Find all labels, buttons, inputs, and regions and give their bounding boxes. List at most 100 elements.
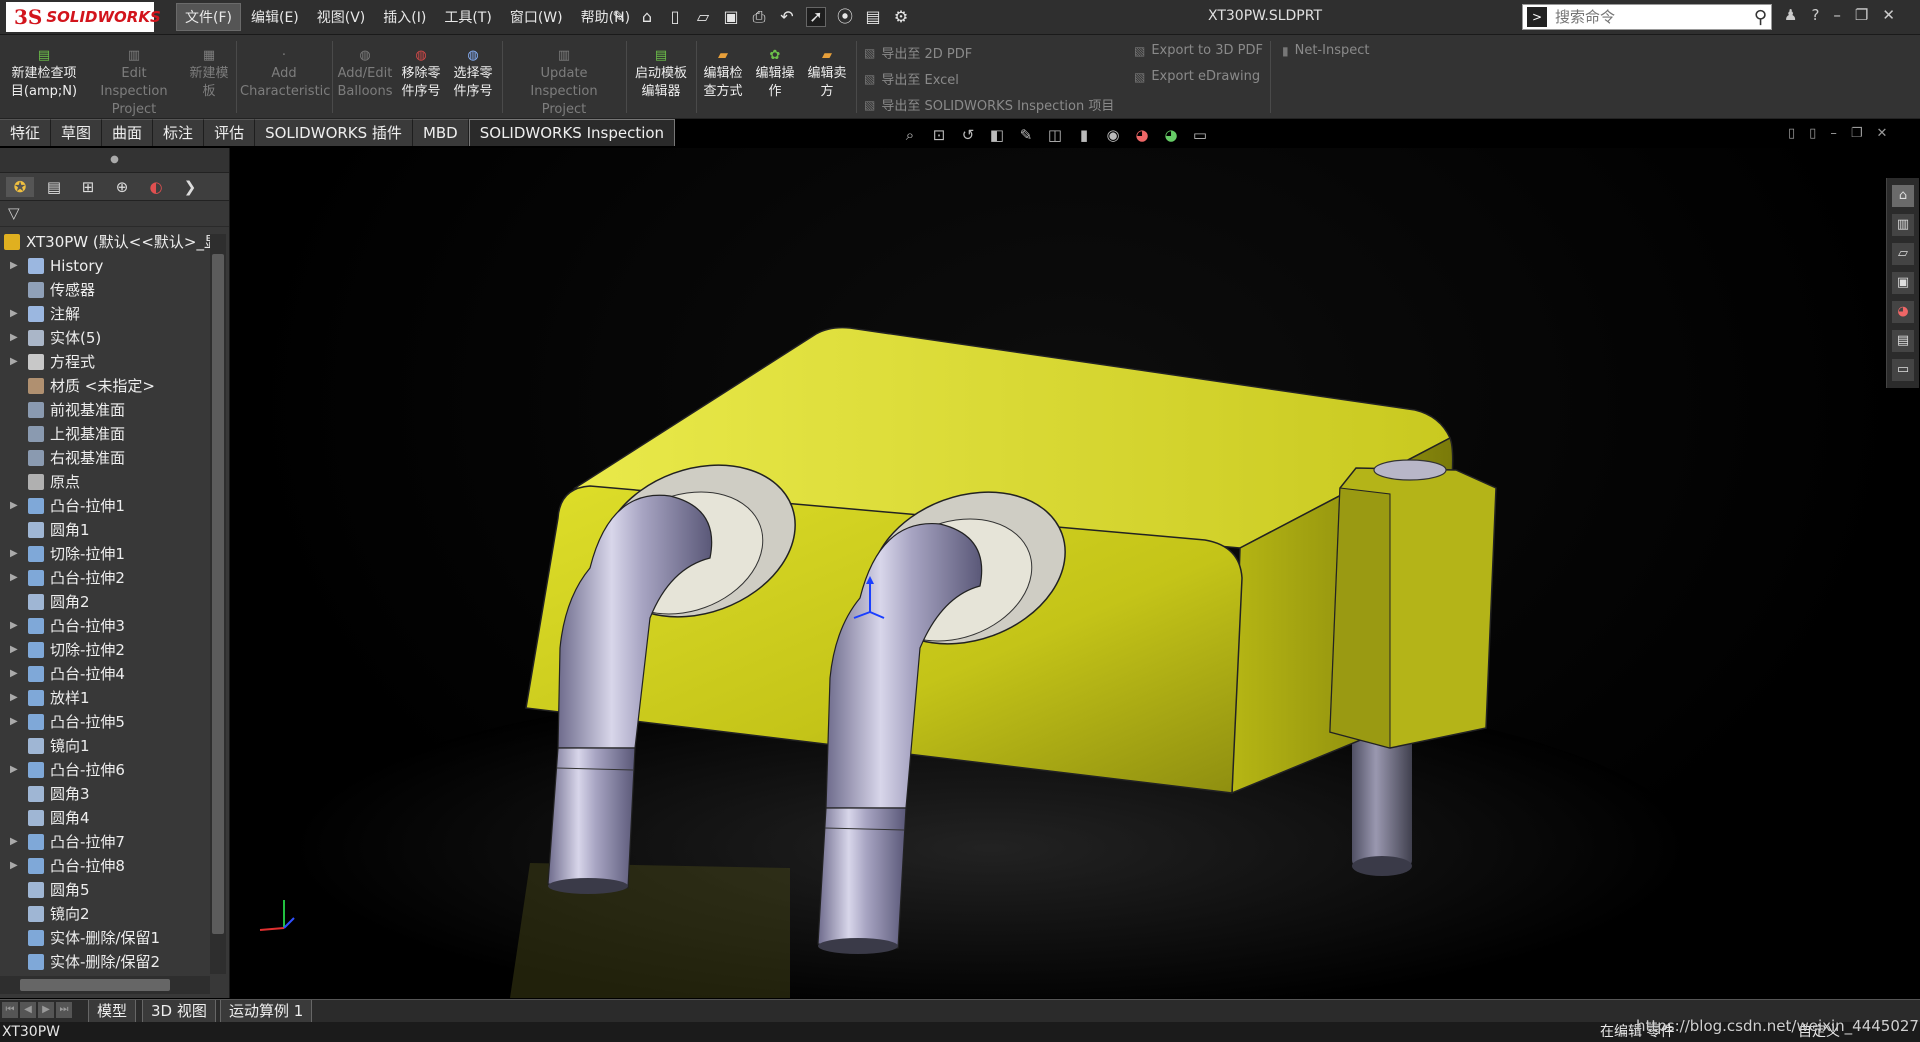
zoom-to-area-icon[interactable]: ⊡ [929, 126, 949, 144]
previous-view-icon[interactable]: ↺ [958, 126, 978, 144]
prev-tab-icon[interactable]: ◀ [20, 1002, 36, 1018]
menu-insert[interactable]: 插入(I) [375, 4, 434, 30]
tree-item[interactable]: 圆角2 [0, 590, 210, 614]
tree-item[interactable]: 原点 [0, 470, 210, 494]
pin-icon[interactable]: ✎ [610, 8, 628, 26]
tree-item[interactable]: 传感器 [0, 278, 210, 302]
options-gear-icon[interactable]: ⚙ [892, 8, 910, 26]
tab-sketch[interactable]: 草图 [51, 119, 103, 146]
print-icon[interactable]: ⎙ [750, 8, 768, 26]
scroll-thumb[interactable] [212, 254, 224, 934]
scroll-thumb[interactable] [20, 979, 170, 991]
update-inspection-project-button[interactable]: ▥ Update Inspection Project [506, 49, 622, 119]
export-inspection-project-button[interactable]: ▧ 导出至 SOLIDWORKS Inspection 项目 [864, 95, 1114, 115]
tree-item[interactable]: ▶ 凸台-拉伸3 [0, 614, 210, 638]
menu-tools[interactable]: 工具(T) [436, 4, 499, 30]
tab-mbd[interactable]: MBD [412, 119, 469, 146]
expand-arrow-icon[interactable]: ▶ [10, 254, 20, 278]
tree-horizontal-scrollbar[interactable] [0, 976, 210, 994]
tree-root[interactable]: XT30PW (默认<<默认>_显 [0, 230, 210, 254]
menu-edit[interactable]: 编辑(E) [243, 4, 307, 30]
last-tab-icon[interactable]: ⏭ [56, 1002, 72, 1018]
tree-item[interactable]: 实体-删除/保留1 [0, 926, 210, 950]
expand-arrow-icon[interactable]: ▶ [10, 638, 20, 662]
tree-item[interactable]: ▶ 凸台-拉伸7 [0, 830, 210, 854]
search-input[interactable] [1553, 7, 1754, 27]
expand-arrow-icon[interactable]: ▶ [10, 542, 20, 566]
view-settings-icon[interactable]: ▭ [1190, 126, 1210, 144]
graphics-area[interactable] [230, 148, 1920, 998]
solidworks-logo[interactable]: 3S SOLIDWORKS [6, 2, 161, 32]
export-excel-button[interactable]: ▧ 导出至 Excel [864, 69, 959, 89]
display-manager-tab-icon[interactable]: ◐ [142, 177, 170, 197]
tree-item[interactable]: ▶ History [0, 254, 210, 278]
configuration-manager-tab-icon[interactable]: ⊞ [74, 177, 102, 197]
tree-item[interactable]: ▶ 凸台-拉伸2 [0, 566, 210, 590]
tree-item[interactable]: ▶ 实体(5) [0, 326, 210, 350]
tree-item[interactable]: ▶ 切除-拉伸2 [0, 638, 210, 662]
select-balloon-button[interactable]: ◍ 选择零 件序号 [448, 49, 498, 101]
tree-item[interactable]: ▶ 凸台-拉伸6 [0, 758, 210, 782]
view-palette-icon[interactable]: ▣ [1892, 272, 1914, 294]
expand-arrow-icon[interactable]: ▶ [10, 662, 20, 686]
edit-vendor-button[interactable]: ▰ 编辑卖 方 [804, 49, 850, 101]
new-inspection-project-button[interactable]: ▤ 新建检查项 目(amp;N) [4, 49, 84, 101]
open-icon[interactable]: ▱ [694, 8, 712, 26]
tree-item[interactable]: 圆角4 [0, 806, 210, 830]
expand-arrow-icon[interactable]: ▶ [10, 686, 20, 710]
tree-item[interactable]: ▶ 凸台-拉伸5 [0, 710, 210, 734]
viewport-tile-icon[interactable]: ▯ [1809, 126, 1816, 141]
expand-arrow-icon[interactable]: ▶ [10, 350, 20, 374]
tab-inspection[interactable]: SOLIDWORKS Inspection [468, 119, 676, 146]
export-2d-pdf-button[interactable]: ▧ 导出至 2D PDF [864, 43, 972, 63]
tree-item[interactable]: ▶ 凸台-拉伸1 [0, 494, 210, 518]
edit-inspection-method-button[interactable]: ▰ 编辑检 查方式 [700, 49, 746, 101]
tree-item[interactable]: 上视基准面 [0, 422, 210, 446]
net-inspect-button[interactable]: ▮ Net-Inspect [1282, 43, 1369, 58]
tab-evaluate[interactable]: 评估 [204, 119, 256, 146]
custom-properties-icon[interactable]: ▤ [1892, 330, 1914, 352]
tab-features[interactable]: 特征 [0, 119, 52, 146]
tree-item[interactable]: 镜向2 [0, 902, 210, 926]
tree-item[interactable]: ▶ 切除-拉伸1 [0, 542, 210, 566]
tab-dimensions[interactable]: 标注 [153, 119, 205, 146]
menu-view[interactable]: 视图(V) [309, 4, 374, 30]
tree-filter[interactable]: ▽ [0, 201, 229, 227]
expand-arrow-icon[interactable]: ▶ [10, 854, 20, 878]
viewport-split-icon[interactable]: ▯ [1788, 126, 1795, 141]
tree-item[interactable]: 材质 <未指定> [0, 374, 210, 398]
edit-operation-button[interactable]: ✿ 编辑操 作 [752, 49, 798, 101]
dimxpert-manager-tab-icon[interactable]: ⊕ [108, 177, 136, 197]
solidworks-resources-icon[interactable]: ⌂ [1892, 185, 1914, 207]
export-3d-pdf-button[interactable]: ▧ Export to 3D PDF [1134, 43, 1263, 58]
tab-model[interactable]: 模型 [88, 1000, 137, 1023]
user-icon[interactable]: ♟ [1784, 6, 1797, 24]
tree-item[interactable]: 圆角5 [0, 878, 210, 902]
tree-item[interactable]: 实体-删除/保留2 [0, 950, 210, 972]
undo-icon[interactable]: ↶ [778, 8, 796, 26]
search-icon[interactable]: ⚲ [1754, 7, 1767, 28]
tree-item[interactable]: 镜向1 [0, 734, 210, 758]
help-icon[interactable]: ? [1811, 6, 1819, 24]
expand-arrow-icon[interactable]: ▶ [10, 566, 20, 590]
edit-inspection-project-button[interactable]: ▥ Edit Inspection Project [86, 49, 182, 119]
export-edrawing-button[interactable]: ▧ Export eDrawing [1134, 69, 1260, 84]
display-style-icon[interactable]: ▮ [1074, 126, 1094, 144]
tab-surfaces[interactable]: 曲面 [102, 119, 154, 146]
design-library-icon[interactable]: ▥ [1892, 214, 1914, 236]
file-properties-icon[interactable]: ▤ [864, 8, 882, 26]
expand-arrow-icon[interactable]: ▶ [10, 758, 20, 782]
tab-3d-view[interactable]: 3D 视图 [142, 1000, 216, 1023]
viewport-close-icon[interactable]: ✕ [1876, 126, 1887, 141]
restore-icon[interactable]: ❐ [1855, 6, 1868, 24]
expand-arrow-icon[interactable]: ▶ [10, 614, 20, 638]
expand-arrow-icon[interactable]: ▶ [10, 326, 20, 350]
tree-item[interactable]: ▶ 方程式 [0, 350, 210, 374]
tree-item[interactable]: ▶ 凸台-拉伸8 [0, 854, 210, 878]
tree-item[interactable]: 前视基准面 [0, 398, 210, 422]
tree-item[interactable]: ▶ 注解 [0, 302, 210, 326]
expand-arrow-icon[interactable]: ▶ [10, 830, 20, 854]
tree-item[interactable]: 圆角3 [0, 782, 210, 806]
tree-item[interactable]: ▶ 凸台-拉伸4 [0, 662, 210, 686]
add-characteristic-button[interactable]: · Add Characteristic [240, 49, 330, 101]
